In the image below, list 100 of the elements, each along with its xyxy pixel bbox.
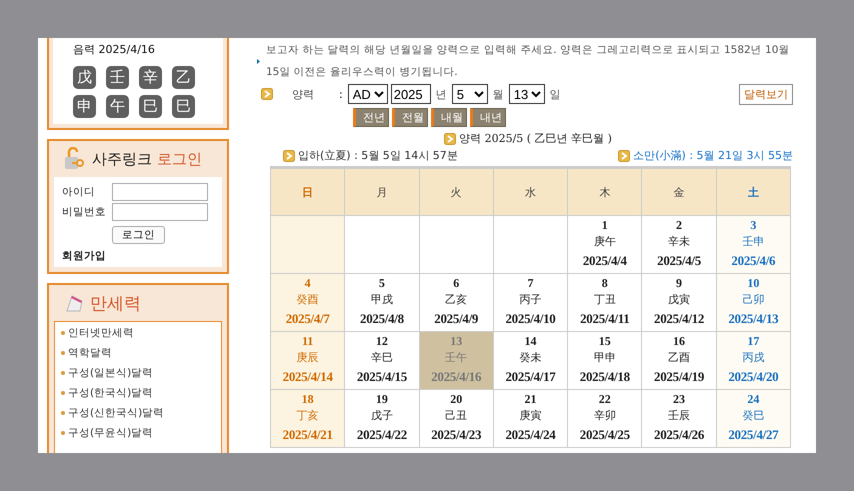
day-number: 15	[598, 334, 612, 349]
weekday-header: 木	[568, 168, 642, 216]
menu-link[interactable]: 구성(일본식)달력	[68, 366, 154, 380]
menu-link[interactable]: 인터넷만세력	[68, 326, 134, 340]
lunar-date: 2025/4/22	[356, 426, 408, 444]
calendar-cell[interactable]: 15 甲申 2025/4/18	[568, 332, 642, 390]
nav-button[interactable]: 내월	[431, 108, 467, 127]
calendar-cell[interactable]: 8 丁丑 2025/4/11	[568, 274, 642, 332]
day-number: 20	[449, 392, 464, 407]
calendar-cell[interactable]: 2 辛未 2025/4/5	[642, 216, 716, 274]
solar-term-text: 소만(小滿) : 5월 21일 3시 55분	[633, 148, 793, 163]
day-select[interactable]: 13	[508, 84, 545, 104]
calendar-cell[interactable]: 23 壬辰 2025/4/26	[642, 390, 716, 448]
bullet-icon	[61, 331, 65, 335]
month-title: 양력 2025/5 ( 乙巳년 辛巳월 )	[459, 131, 612, 146]
menu-link[interactable]: 구성(무윤식)달력	[68, 426, 154, 440]
calendar-cell[interactable]: 7 丙子 2025/4/10	[493, 274, 568, 332]
ganzhi-text: 辛巳	[370, 350, 394, 366]
calendar-cell[interactable]: 20 己丑 2025/4/23	[419, 390, 494, 448]
lunar-date: 2025/4/6	[730, 252, 776, 270]
lunar-date: 2025/4/19	[653, 368, 706, 386]
ganzhi-text: 乙酉	[667, 350, 692, 366]
pillar-char: 巳	[172, 95, 195, 118]
signup-link[interactable]: 회원가입	[62, 249, 214, 263]
lunar-date: 2025/4/21	[282, 426, 334, 444]
lunar-date: 2025/4/16	[430, 368, 482, 386]
lunar-date: 2025/4/4	[582, 252, 628, 270]
nav-button[interactable]: 전월	[392, 108, 428, 127]
ganzhi-text: 庚午	[592, 234, 617, 250]
ganzhi-text: 甲戌	[370, 292, 394, 308]
pillar-char: 戊	[73, 66, 96, 89]
lunar-date: 2025/4/9	[433, 310, 480, 328]
input-field[interactable]	[112, 183, 208, 201]
unit-label: 년	[436, 86, 447, 102]
menu-link[interactable]: 구성(한국식)달력	[68, 386, 154, 400]
weekday-header: 月	[344, 168, 420, 216]
ganzhi-text: 丁丑	[592, 292, 617, 308]
lunar-date: 2025/4/15	[356, 368, 408, 386]
login-button[interactable]: 로그인	[112, 226, 165, 244]
ganzhi-text: 辛卯	[592, 408, 617, 424]
colon-text: :	[339, 88, 343, 100]
menu-title: 만세력	[90, 292, 141, 314]
calendar-cell[interactable]: 24 癸巳 2025/4/27	[716, 390, 790, 448]
lunar-date: 2025/4/26	[653, 426, 706, 444]
calendar-cell[interactable]: 14 癸未 2025/4/17	[493, 332, 568, 390]
day-number: 5	[378, 276, 386, 291]
calendar-cell[interactable]: 12 辛巳 2025/4/15	[344, 332, 420, 390]
bullet-icon	[61, 391, 65, 395]
nav-button[interactable]: 전년	[353, 108, 389, 127]
lunar-date: 2025/4/11	[579, 310, 630, 328]
view-calendar-button[interactable]: 달력보기	[739, 84, 793, 104]
era-select[interactable]: AD	[348, 84, 388, 104]
calendar-cell[interactable]: 5 甲戌 2025/4/8	[344, 274, 420, 332]
menu-link[interactable]: 역학달력	[68, 346, 112, 360]
calendar-cell[interactable]: 19 戊子 2025/4/22	[344, 390, 420, 448]
day-number: 17	[746, 334, 760, 349]
calendar-cell[interactable]: 6 乙亥 2025/4/9	[419, 274, 494, 332]
ganzhi-text: 庚寅	[518, 408, 542, 424]
input-field[interactable]	[112, 203, 208, 221]
lunar-date: 2025/4/24	[504, 426, 556, 444]
calendar-cell[interactable]: 22 辛卯 2025/4/25	[568, 390, 642, 448]
day-number: 18	[300, 392, 315, 407]
calendar-cell[interactable]: 1 庚午 2025/4/4	[568, 216, 642, 274]
day-number: 2	[675, 218, 684, 233]
ganzhi-text: 癸酉	[296, 292, 320, 308]
month-select[interactable]: 5	[452, 84, 488, 104]
notice-text: 보고자 하는 달력의 해당 년월일을 양력으로 입력해 주세요. 양력은 그레고리력으로 표시되고 1582년 10월 15일 이전은 율리우스력이 병기됩니다.	[266, 43, 790, 80]
day-number: 12	[374, 334, 389, 349]
nav-button[interactable]: 내년	[470, 108, 506, 127]
day-number: 24	[746, 392, 760, 407]
pillar-char: 辛	[139, 66, 162, 89]
lunar-date: 2025/4/13	[727, 310, 780, 328]
padlock-key-icon	[64, 147, 86, 171]
arrow-bullet-icon	[618, 150, 630, 162]
day-number: 23	[672, 392, 686, 407]
calendar-cell[interactable]: 9 戊寅 2025/4/12	[642, 274, 716, 332]
calendar-cell[interactable]: 16 乙酉 2025/4/19	[642, 332, 716, 390]
calendar-cell[interactable]: 21 庚寅 2025/4/24	[493, 390, 568, 448]
year-input[interactable]: 2025	[390, 84, 431, 104]
day-number: 8	[600, 276, 609, 291]
weekday-header: 土	[716, 168, 790, 216]
day-number: 14	[523, 334, 538, 349]
lunar-date: 2025/4/25	[578, 426, 631, 444]
ganzhi-text: 己卯	[741, 292, 766, 308]
day-number: 22	[598, 392, 612, 407]
calendar-cell[interactable]: 3 壬申 2025/4/6	[716, 216, 790, 274]
calendar-cell[interactable]: 10 己卯 2025/4/13	[716, 274, 790, 332]
day-number: 6	[452, 276, 460, 291]
lunar-date: 2025/4/7	[284, 310, 331, 328]
lunar-date: 2025/4/20	[727, 368, 780, 386]
menu-link[interactable]: 구성(신한국식)달력	[68, 406, 164, 420]
day-number: 1	[600, 218, 609, 233]
lunar-date: 2025/4/14	[282, 368, 334, 386]
lunar-date: 2025/4/17	[504, 368, 556, 386]
ganzhi-text: 辛未	[667, 234, 692, 250]
ganzhi-text: 壬申	[741, 234, 766, 250]
calendar-cell[interactable]: 17 丙戌 2025/4/20	[716, 332, 790, 390]
arrow-bullet-icon	[261, 88, 273, 100]
field-label: 아이디	[62, 185, 96, 199]
pillar-char: 申	[73, 95, 96, 118]
